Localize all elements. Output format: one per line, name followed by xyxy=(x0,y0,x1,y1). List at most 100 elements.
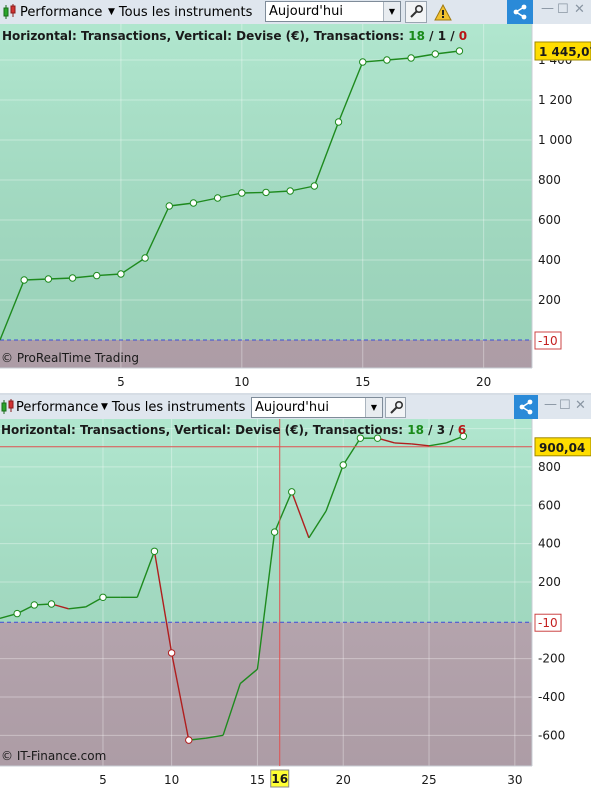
x-axis-area xyxy=(0,368,591,393)
panel-toolbar: Performance ▼ Tous les instruments Aujou… xyxy=(0,395,591,420)
panel-toolbar: Performance ▼ Tous les instruments Aujou… xyxy=(0,0,591,25)
minimize-icon[interactable]: — xyxy=(544,397,557,412)
x-tick-label: 5 xyxy=(117,375,125,389)
data-point xyxy=(30,601,39,609)
candlestick-icon[interactable] xyxy=(2,3,18,21)
data-point xyxy=(238,189,246,197)
x-tick-label: 15 xyxy=(355,375,370,389)
y-tick-label: 1 200 xyxy=(538,93,572,107)
x-tick-label: 5 xyxy=(99,773,107,787)
x-axis-area xyxy=(0,766,591,793)
copyright-text: © IT-Finance.com xyxy=(1,749,106,763)
warning-icon[interactable] xyxy=(433,2,453,22)
instruments-dropdown[interactable]: ▼ Tous les instruments xyxy=(108,0,252,24)
instruments-dropdown[interactable]: ▼ Tous les instruments xyxy=(101,395,245,419)
maximize-icon[interactable]: ☐ xyxy=(559,398,571,413)
chevron-down-icon: ▼ xyxy=(365,398,382,417)
instruments-label: Tous les instruments xyxy=(111,399,246,415)
data-point xyxy=(359,58,367,66)
period-value: Aujourd'hui xyxy=(255,400,329,415)
wins-count: 18 xyxy=(407,423,424,437)
x-tick-label: 30 xyxy=(507,773,522,787)
data-point xyxy=(286,187,294,195)
data-point xyxy=(47,600,56,608)
minimize-icon[interactable]: — xyxy=(541,1,554,16)
wrench-icon[interactable] xyxy=(405,1,427,23)
performance-label: Performance xyxy=(20,4,103,20)
period-value: Aujourd'hui xyxy=(269,4,343,19)
zero-badge-text: -10 xyxy=(538,334,558,348)
x-tick-label: 10 xyxy=(234,375,249,389)
x-tick-label: 10 xyxy=(164,773,179,787)
losses-count: 6 xyxy=(457,423,467,437)
wrench-icon[interactable] xyxy=(385,397,406,418)
performance-label: Performance xyxy=(16,399,99,415)
y-tick-label: 600 xyxy=(538,498,561,512)
period-select[interactable]: Aujourd'hui ▼ xyxy=(265,1,401,22)
y-tick-label: 800 xyxy=(538,460,561,474)
data-point xyxy=(270,528,279,536)
data-point xyxy=(339,461,347,469)
y-tick-label: -200 xyxy=(538,652,565,666)
performance-chart-top[interactable]: 2004006008001 0001 2001 40051015201 445,… xyxy=(0,24,591,393)
chart-title: Horizontal: Transactions, Vertical: Devi… xyxy=(2,29,467,43)
data-point xyxy=(68,274,77,282)
crosshair-x-label: 16 xyxy=(271,772,288,786)
data-point xyxy=(150,547,159,555)
y-tick-label: 800 xyxy=(538,173,561,187)
dropdown-arrow-icon: ▼ xyxy=(108,7,115,17)
chart-title: Horizontal: Transactions, Vertical: Devi… xyxy=(1,423,466,437)
data-point xyxy=(288,488,296,496)
data-point xyxy=(99,593,107,601)
maximize-icon[interactable]: ☐ xyxy=(557,2,569,17)
data-point xyxy=(185,736,193,744)
data-point xyxy=(20,276,28,284)
y-tick-label: -600 xyxy=(538,728,565,742)
data-point xyxy=(93,271,101,280)
plot-shade xyxy=(0,419,532,766)
x-tick-label: 20 xyxy=(476,375,491,389)
y-tick-label: 600 xyxy=(538,213,561,227)
title-separator: / xyxy=(423,423,437,437)
close-icon[interactable]: ✕ xyxy=(574,2,585,17)
data-point xyxy=(117,270,125,278)
data-point xyxy=(431,50,439,58)
chart-title-prefix: Horizontal: Transactions, Vertical: Devi… xyxy=(1,423,408,437)
data-point xyxy=(310,182,319,190)
performance-chart-bottom[interactable]: -600 -400 -200 200 400 600 800 5 10 15 20 25 30 16 900… xyxy=(0,419,591,793)
neutral-count: 1 xyxy=(437,29,447,43)
price-badge-text: 1 445,07 xyxy=(539,45,591,59)
data-point xyxy=(44,275,53,283)
crosshair-x-badge: 16 xyxy=(270,769,290,788)
close-icon[interactable]: ✕ xyxy=(575,398,586,413)
performance-panel-top: Performance ▼ Tous les instruments Aujou… xyxy=(0,0,591,393)
period-select[interactable]: Aujourd'hui ▼ xyxy=(251,397,383,418)
data-point xyxy=(13,609,21,618)
wins-count: 18 xyxy=(408,29,425,43)
candlestick-icon[interactable] xyxy=(0,398,16,416)
neutral-count: 3 xyxy=(436,423,446,437)
performance-button[interactable]: Performance xyxy=(20,0,102,24)
data-point xyxy=(141,254,149,262)
y-tick-label: 1 000 xyxy=(538,133,572,147)
chart-title-prefix: Horizontal: Transactions, Vertical: Devi… xyxy=(2,29,409,43)
data-point xyxy=(167,649,176,657)
losses-count: 0 xyxy=(458,29,468,43)
title-separator: / xyxy=(446,29,459,43)
y-tick-label: 200 xyxy=(538,575,561,589)
x-tick-label: 20 xyxy=(336,773,351,787)
data-point xyxy=(334,118,343,126)
y-tick-label: 400 xyxy=(538,537,561,551)
zero-badge-text: -10 xyxy=(538,616,558,630)
share-icon[interactable] xyxy=(514,395,538,419)
data-point xyxy=(165,202,173,210)
series-segment xyxy=(394,442,412,445)
price-badge-text: 900,04 xyxy=(539,441,585,455)
data-point xyxy=(455,47,464,55)
chevron-down-icon: ▼ xyxy=(383,2,400,21)
copyright-text: © ProRealTime Trading xyxy=(1,351,139,365)
performance-button[interactable]: Performance xyxy=(16,395,98,419)
share-icon[interactable] xyxy=(507,0,533,24)
data-point xyxy=(213,194,222,202)
performance-panel-bottom: Performance ▼ Tous les instruments Aujou… xyxy=(0,395,591,793)
